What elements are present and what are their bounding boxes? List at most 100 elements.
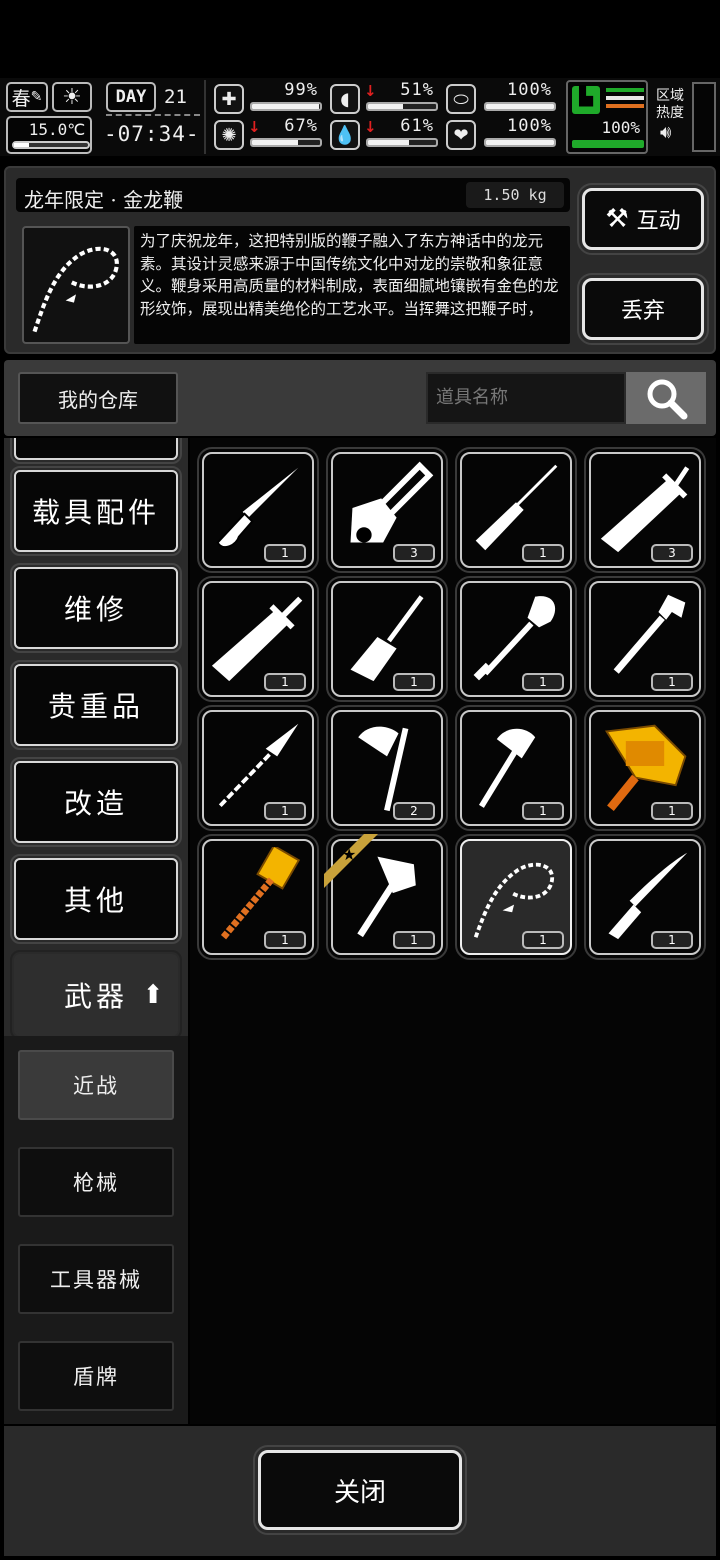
- category-other[interactable]: 其他: [10, 854, 182, 944]
- energy-value: 100%: [601, 118, 640, 137]
- health-bar: [250, 102, 322, 111]
- item-quantity: 1: [522, 673, 564, 691]
- item-slot[interactable]: 1: [197, 834, 319, 960]
- sub-shields[interactable]: 盾牌: [18, 1341, 174, 1411]
- thirst-bar: [366, 138, 438, 147]
- item-quantity: 1: [651, 802, 693, 820]
- region-heat-meter: [692, 82, 716, 152]
- stamina-icon: ⬭: [446, 84, 476, 114]
- screwdriver-icon: [475, 464, 558, 551]
- item-slot[interactable]: 3: [584, 447, 706, 573]
- item-slot[interactable]: 1: [455, 576, 577, 702]
- item-slot[interactable]: 1: [455, 705, 577, 831]
- region-heat-label: 区域 热度: [656, 88, 684, 121]
- item-slot[interactable]: 1: [326, 576, 448, 702]
- interact-label: 互动: [636, 209, 681, 234]
- mental-value: 67%: [284, 116, 318, 136]
- category-sidebar: 载具配件 维修 贵重品 改造 其他 武器 ⬆ 近战 枪械 工具器械 盾牌: [4, 438, 188, 1424]
- sub-tools[interactable]: 工具器械: [18, 1244, 174, 1314]
- hunger-value: 51%: [400, 80, 434, 100]
- category-modify[interactable]: 改造: [10, 757, 182, 847]
- thermometer-box: 15.0℃: [6, 116, 92, 154]
- item-quantity: 1: [393, 931, 435, 949]
- search-input[interactable]: 道具名称: [426, 372, 626, 424]
- item-slot-selected[interactable]: 1: [455, 834, 577, 960]
- item-name-bar: 龙年限定 · 金龙鞭 1.50 kg: [16, 178, 570, 212]
- item-slot[interactable]: 1: [584, 576, 706, 702]
- clock: -07:34-: [104, 122, 200, 146]
- mood-bar: [484, 138, 556, 147]
- star-tag-icon: ★: [324, 834, 380, 890]
- status-hud: 春 ✎ ☀ 15.0℃ DAY 21 -07:34- ✚ 99% ◖ ↓ 51% …: [0, 78, 720, 156]
- arrow-up-icon: ⬆: [142, 980, 168, 1010]
- golden-hammer-icon: [220, 847, 301, 940]
- day-progress: [106, 114, 200, 122]
- storage-tab[interactable]: 我的仓库: [18, 372, 178, 424]
- chainsaw-icon: [350, 461, 434, 543]
- item-detail-panel: 龙年限定 · 金龙鞭 1.50 kg 为了庆祝龙年，这把特别版的鞭子融入了东方神…: [4, 166, 716, 354]
- category-hidden[interactable]: [10, 438, 182, 464]
- item-quantity: 1: [393, 673, 435, 691]
- wrench-icon: [613, 594, 686, 674]
- day-counter: 21: [164, 86, 187, 108]
- search-icon: [647, 379, 688, 420]
- close-button[interactable]: 关闭: [253, 1445, 467, 1535]
- mental-bar: [250, 138, 322, 147]
- item-quantity: 1: [264, 802, 306, 820]
- item-slot[interactable]: 1: [197, 705, 319, 831]
- item-name: 龙年限定 · 金龙鞭: [24, 188, 184, 212]
- category-valuables[interactable]: 贵重品: [10, 660, 182, 750]
- temperature-value: 15.0℃: [28, 120, 86, 139]
- golden-dragon-whip-icon: [32, 246, 119, 333]
- golden-chainsaw-icon: [604, 724, 687, 811]
- item-quantity: 1: [264, 544, 306, 562]
- item-quantity: 3: [651, 544, 693, 562]
- item-slot[interactable]: 1: [197, 447, 319, 573]
- season-badge: 春 ✎: [6, 82, 48, 112]
- weapons-label: 武器: [64, 980, 129, 1013]
- heart-icon: ❤: [446, 120, 476, 150]
- day-label: DAY: [106, 82, 156, 112]
- putty-knife-icon: [350, 595, 424, 682]
- item-slot[interactable]: 1: [584, 834, 706, 960]
- close-label: 关闭: [333, 1477, 386, 1508]
- shovel-icon: [473, 596, 556, 681]
- item-quantity: 2: [393, 802, 435, 820]
- hatchet-icon: [478, 728, 536, 808]
- hammer-icon: ⚒: [605, 204, 629, 234]
- discard-button[interactable]: 丢弃: [577, 273, 709, 345]
- category-weapons[interactable]: 武器 ⬆: [10, 950, 182, 1040]
- thermometer-icon: [12, 141, 90, 149]
- machete-icon: [211, 596, 303, 682]
- item-quantity: 1: [522, 544, 564, 562]
- item-slot[interactable]: 1: [197, 576, 319, 702]
- item-slot[interactable]: 3: [326, 447, 448, 573]
- stamina-value: 100%: [507, 80, 552, 100]
- sub-firearms[interactable]: 枪械: [18, 1147, 174, 1217]
- category-vehicle-parts[interactable]: 载具配件: [10, 466, 182, 556]
- broadsword-icon: [600, 466, 690, 553]
- item-quantity: 1: [651, 931, 693, 949]
- category-repair[interactable]: 维修: [10, 563, 182, 653]
- speaker-icon[interactable]: 🔊︎: [660, 122, 671, 143]
- search-button[interactable]: [626, 372, 706, 424]
- axe-icon: [358, 726, 409, 812]
- footer-bar: 关闭: [4, 1426, 716, 1556]
- svg-text:★: ★: [342, 845, 356, 864]
- sub-melee[interactable]: 近战: [18, 1050, 174, 1120]
- item-grid: 1 3 1 3 1 1 1 1 1 2 1 1 1 1 1 1 ★: [190, 438, 716, 1424]
- boot-icon: ▙: [572, 86, 600, 114]
- energy-panel: ▙ 100%: [566, 80, 648, 154]
- spear-icon: [218, 723, 299, 808]
- thirst-value: 61%: [400, 116, 434, 136]
- stomach-icon: ◖: [330, 84, 360, 114]
- item-thumbnail: [22, 226, 130, 344]
- interact-button[interactable]: ⚒ 互动: [577, 183, 709, 255]
- hunger-bar: [366, 102, 438, 111]
- item-quantity: 1: [651, 673, 693, 691]
- energy-bar: [572, 140, 644, 148]
- item-slot[interactable]: 1: [455, 447, 577, 573]
- item-slot[interactable]: 1: [584, 705, 706, 831]
- item-slot[interactable]: 2: [326, 705, 448, 831]
- folding-knife-icon: [216, 467, 299, 548]
